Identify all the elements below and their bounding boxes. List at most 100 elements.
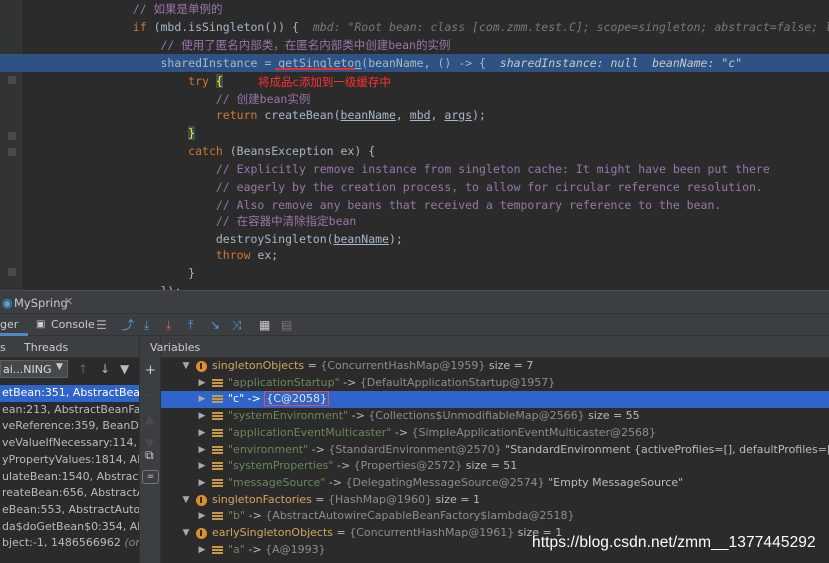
code-editor[interactable]: // 如果是单例的 if (mbd.isSingleton()) { mbd: … <box>0 0 829 290</box>
code-line[interactable]: // Explicitly remove instance from singl… <box>0 160 829 178</box>
step-into-icon[interactable]: ⤓ <box>166 316 171 334</box>
code-token: // 使用了匿名内部类，在匿名内部类中创建bean的实例 <box>160 38 451 52</box>
filter-icon[interactable]: ▼ <box>120 360 129 378</box>
stack-frame[interactable]: ulateBean:1540, AbstractAuto <box>0 469 139 486</box>
separator: -> <box>308 442 329 456</box>
layout-menu-icon[interactable]: ☰ <box>96 316 107 334</box>
down-arrow-icon[interactable]: ↓ <box>100 360 110 378</box>
debug-config-name[interactable]: MySpring <box>14 296 68 310</box>
code-line[interactable]: catch (BeansException ex) { <box>0 142 829 160</box>
code-line[interactable]: }); <box>0 282 829 290</box>
variable-text: "a" -> {A@1993} <box>228 542 326 559</box>
expand-arrow-open-icon[interactable]: ▼ <box>181 492 191 509</box>
tab-threads[interactable]: Threads <box>24 341 68 354</box>
code-line[interactable]: // 使用了匿名内部类，在匿名内部类中创建bean的实例 <box>0 36 829 54</box>
variables-side-toolbar: + − ▲ ▼ ⧉ ∞ <box>139 336 161 563</box>
code-line[interactable]: throw ex; <box>0 246 829 264</box>
map-entry-row[interactable]: ▶ "b" -> {AbstractAutowireCapableBeanFact… <box>161 508 829 525</box>
code-line[interactable]: // 在容器中清除指定bean <box>0 212 829 230</box>
code-token: destroySingleton( <box>215 232 334 246</box>
separator: -> <box>245 509 266 523</box>
code-line[interactable]: return createBean(beanName, mbd, args); <box>0 106 829 124</box>
trace-stream-icon[interactable]: ▤ <box>281 316 292 334</box>
stack-frame-label: etBean:351, AbstractBeanFact <box>2 386 139 399</box>
expand-arrow-icon[interactable]: ▶ <box>197 425 207 442</box>
copy-icon[interactable]: ⧉ <box>145 446 154 464</box>
map-entry-row[interactable]: ▶ "messageSource" -> {DelegatingMessageSo… <box>161 475 829 492</box>
expand-arrow-open-icon[interactable]: ▼ <box>181 358 191 375</box>
step-over-icon[interactable]: ⤓ <box>144 316 149 334</box>
code-line[interactable]: // eagerly by the creation process, to a… <box>0 178 829 196</box>
code-token: (beanName, () -> { <box>361 56 500 70</box>
show-watches-toggle-icon[interactable]: ∞ <box>142 470 159 484</box>
close-tab-icon[interactable]: ✕ <box>64 295 73 308</box>
variable-text: singletonObjects = {ConcurrentHashMap@19… <box>212 358 533 375</box>
variable-row[interactable]: ▼ singletonFactories = {HashMap@1960} siz… <box>161 492 829 509</box>
expand-arrow-open-icon[interactable]: ▼ <box>181 525 191 542</box>
tab-frames[interactable]: s <box>0 341 6 354</box>
drop-frame-icon[interactable]: ⤨ <box>232 316 242 334</box>
code-line[interactable]: sharedInstance = getSingleton(beanName, … <box>0 54 829 72</box>
stack-frame[interactable]: da$doGetBean$0:354, Abstra <box>0 519 139 536</box>
expand-arrow-icon[interactable]: ▶ <box>197 542 207 559</box>
separator: -> <box>325 475 346 489</box>
code-line[interactable]: if (mbd.isSingleton()) { mbd: "Root bean… <box>0 18 829 36</box>
stack-frame-label: reateBean:656, AbstractAutov <box>2 486 139 500</box>
expand-arrow-icon[interactable]: ▶ <box>197 442 207 459</box>
remove-watch-icon[interactable]: − <box>145 386 155 404</box>
evaluate-expression-icon[interactable]: ▦ <box>259 316 270 334</box>
code-line[interactable]: // 如果是单例的 <box>0 0 829 18</box>
code-token: { <box>215 74 223 88</box>
code-token: if <box>132 20 154 34</box>
expand-arrow-icon[interactable]: ▶ <box>197 375 207 392</box>
run-to-cursor-icon[interactable]: ↘ <box>210 316 220 334</box>
variables-header: Variables <box>150 336 829 358</box>
map-entry-icon <box>212 478 223 481</box>
map-entry-row[interactable]: ▶ "applicationEventMulticaster" -> {Simpl… <box>161 425 829 442</box>
code-token: createBean( <box>264 108 341 122</box>
field-icon <box>196 494 207 506</box>
stack-frame[interactable]: yPropertyValues:1814, Abstra <box>0 452 139 469</box>
thread-selector[interactable]: ai...NING ▼ <box>0 360 68 378</box>
tab-debugger[interactable]: ger <box>0 314 28 336</box>
stack-frame[interactable]: bject:-1, 1486566962 (org.sp <box>0 535 139 552</box>
code-line[interactable]: try { <box>0 72 829 90</box>
map-entry-row[interactable]: ▶ "applicationStartup" -> {DefaultApplica… <box>161 375 829 392</box>
variables-title: Variables <box>150 341 201 354</box>
code-line[interactable]: } <box>0 124 829 142</box>
up-arrow-icon[interactable]: ↑ <box>78 360 88 378</box>
map-entry-row[interactable]: ▶ "systemEnvironment" -> {Collections$Unm… <box>161 408 829 425</box>
tab-debugger-label: ger <box>0 318 19 331</box>
stack-frame[interactable]: reateBean:656, AbstractAutov <box>0 485 139 502</box>
code-token: // eagerly by the creation process, to a… <box>215 180 763 194</box>
code-token: sharedInstance: null beanName: "c" <box>499 56 743 70</box>
add-watch-icon[interactable]: + <box>145 362 156 380</box>
stack-frame[interactable]: veReference:359, BeanDefini <box>0 418 139 435</box>
variable-row[interactable]: ▼ singletonObjects = {ConcurrentHashMap@1… <box>161 358 829 375</box>
tab-console[interactable]: Console <box>51 318 95 331</box>
expand-arrow-icon[interactable]: ▶ <box>197 508 207 525</box>
stack-frame[interactable]: ean:213, AbstractBeanFactor <box>0 402 139 419</box>
stack-frame[interactable]: etBean:351, AbstractBeanFact <box>0 385 139 402</box>
variable-value-detail: "Empty MessageSource" <box>544 475 684 489</box>
variable-text: "c" -> {C@2058} <box>228 391 330 408</box>
show-execution-point-icon[interactable]: ⤴ <box>122 316 134 334</box>
expand-arrow-icon[interactable]: ▶ <box>197 458 207 475</box>
stack-frame[interactable]: eBean:553, AbstractAutowire <box>0 502 139 519</box>
variable-text: "environment" -> {StandardEnvironment@25… <box>228 442 829 459</box>
expand-arrow-icon[interactable]: ▶ <box>197 391 207 408</box>
move-up-icon[interactable]: ▲ <box>145 410 154 428</box>
map-entry-row[interactable]: ▶ "c" -> {C@2058} <box>161 391 829 409</box>
stack-frame[interactable]: veValueIfNecessary:114, Bean <box>0 435 139 452</box>
expand-arrow-icon[interactable]: ▶ <box>197 475 207 492</box>
expand-arrow-icon[interactable]: ▶ <box>197 408 207 425</box>
step-out-icon[interactable]: ⤒ <box>188 316 193 334</box>
map-entry-row[interactable]: ▶ "environment" -> {StandardEnvironment@2… <box>161 442 829 459</box>
debug-tool-window-header: ◉ MySpring ✕ <box>0 290 829 314</box>
map-entry-row[interactable]: ▶ "systemProperties" -> {Properties@2572}… <box>161 458 829 475</box>
code-line[interactable]: } <box>0 264 829 282</box>
red-annotation-note: 将成品c添加到一级缓存中 <box>258 75 391 89</box>
